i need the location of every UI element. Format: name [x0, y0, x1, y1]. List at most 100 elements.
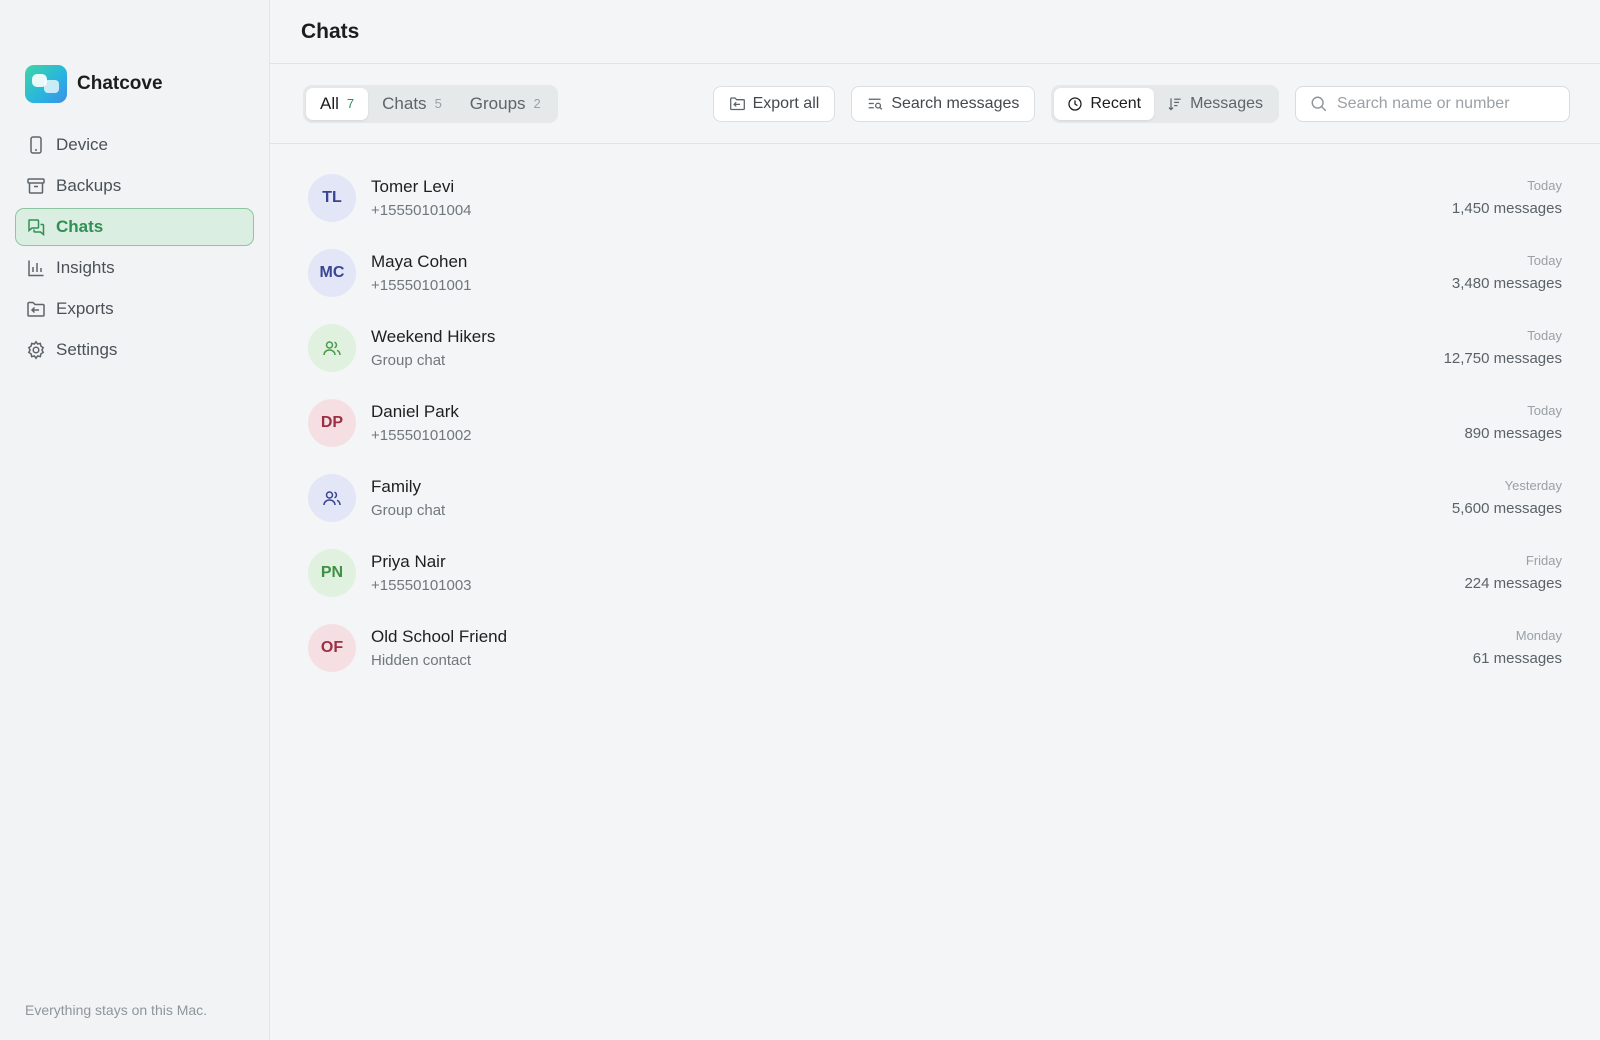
filter-tabs: All 7 Chats 5 Groups 2: [303, 84, 558, 123]
chat-row[interactable]: TL Tomer Levi +15550101004 Today 1,450 messa…: [270, 160, 1600, 235]
tab-groups[interactable]: Groups 2: [456, 88, 555, 120]
text-search-icon: [869, 98, 883, 110]
chat-info: Family Group chat: [371, 477, 1452, 519]
sort-label: Recent: [1090, 94, 1142, 112]
sidebar-item-label: Exports: [56, 299, 114, 318]
message-count: 5,600 messages: [1451, 500, 1562, 517]
chat-row[interactable]: Weekend Hikers Group chat Today 12,750 mess…: [270, 310, 1600, 385]
avatar: MC: [308, 248, 356, 297]
tab-chats[interactable]: Chats 5: [368, 88, 456, 120]
chat-subtitle: +15550101003: [371, 576, 472, 594]
tab-all[interactable]: All 7: [306, 87, 369, 120]
sidebar-item-chats[interactable]: Chats: [15, 208, 254, 246]
message-count: 61 messages: [1472, 650, 1562, 667]
chat-bubbles-icon: [26, 217, 46, 237]
chat-list: TL Tomer Levi +15550101004 Today 1,450 messa…: [270, 144, 1600, 685]
sort-messages-button[interactable]: Messages: [1154, 88, 1276, 120]
sidebar-item-label: Settings: [56, 340, 118, 359]
tab-label: All: [320, 93, 339, 113]
sidebar-item-insights[interactable]: Insights: [15, 249, 254, 287]
chat-subtitle: Group chat: [371, 351, 446, 369]
chat-meta: Friday 224 messages: [1464, 553, 1562, 592]
toolbar: All 7 Chats 5 Groups 2 Export all Search…: [270, 64, 1600, 144]
chat-name: Priya Nair: [371, 551, 446, 571]
gear-icon: [26, 340, 46, 360]
chat-name: Family: [371, 476, 422, 496]
chat-row[interactable]: DP Daniel Park +15550101002 Today 890 messag…: [270, 385, 1600, 460]
chat-meta: Monday 61 messages: [1473, 628, 1562, 667]
avatar: PN: [308, 548, 356, 597]
sidebar: Chatcove Device Backups Chats Insights E…: [0, 0, 270, 1040]
group-icon: [322, 338, 342, 358]
bar-chart-icon: [26, 258, 46, 278]
chat-info: Maya Cohen +15550101001: [371, 252, 1452, 294]
avatar-initials: OF: [320, 638, 344, 656]
chat-row[interactable]: OF Old School Friend Hidden contact Monday 6…: [270, 610, 1600, 685]
avatar: DP: [308, 398, 356, 447]
avatar-initials: PN: [320, 563, 344, 581]
search-messages-label: Search messages: [891, 94, 1020, 112]
last-activity-date: Today: [1527, 403, 1562, 418]
export-all-button[interactable]: Export all: [712, 85, 836, 122]
last-activity-date: Friday: [1525, 553, 1562, 568]
sidebar-item-backups[interactable]: Backups: [15, 167, 254, 205]
privacy-note: Everything stays on this Mac.: [25, 1002, 208, 1018]
last-activity-date: Monday: [1515, 628, 1562, 643]
sidebar-item-exports[interactable]: Exports: [15, 290, 254, 328]
sidebar-item-label: Insights: [56, 258, 115, 277]
app-name: Chatcove: [77, 73, 163, 94]
chat-subtitle: +15550101002: [371, 426, 472, 444]
chat-subtitle: +15550101001: [371, 276, 472, 294]
search-messages-button[interactable]: Search messages: [851, 85, 1036, 122]
chat-name: Tomer Levi: [371, 176, 455, 196]
tab-count: 7: [346, 96, 355, 111]
message-count: 1,450 messages: [1451, 200, 1562, 217]
search-input[interactable]: [1337, 94, 1557, 113]
last-activity-date: Today: [1527, 328, 1562, 343]
chat-name: Daniel Park: [371, 401, 459, 421]
last-activity-date: Today: [1527, 178, 1562, 193]
avatar-initials: MC: [319, 263, 345, 281]
sidebar-item-settings[interactable]: Settings: [15, 331, 254, 369]
sort-recent-button[interactable]: Recent: [1054, 87, 1155, 120]
sort-icon: [1168, 97, 1181, 110]
archive-icon: [26, 176, 46, 196]
chat-name: Maya Cohen: [371, 251, 468, 271]
sidebar-item-device[interactable]: Device: [15, 126, 254, 164]
page-title: Chats: [301, 19, 360, 43]
chat-info: Tomer Levi +15550101004: [371, 177, 1452, 219]
chat-row[interactable]: Family Group chat Yesterday 5,600 messages: [270, 460, 1600, 535]
message-count: 3,480 messages: [1451, 275, 1562, 292]
contact-search: [1295, 85, 1570, 122]
export-all-label: Export all: [752, 94, 820, 112]
sidebar-nav: Device Backups Chats Insights Exports Se…: [0, 126, 269, 369]
chat-meta: Today 12,750 messages: [1444, 328, 1562, 367]
group-icon: [322, 488, 342, 508]
main-panel: Chats All 7 Chats 5 Groups 2 Export all …: [270, 0, 1600, 1040]
brand: Chatcove: [0, 64, 269, 104]
sidebar-item-label: Device: [56, 135, 108, 154]
message-count: 12,750 messages: [1443, 350, 1562, 367]
chat-meta: Today 3,480 messages: [1452, 253, 1562, 292]
chat-info: Daniel Park +15550101002: [371, 402, 1464, 444]
phone-icon: [26, 135, 46, 155]
group-avatar: [308, 323, 356, 372]
avatar-initials: DP: [320, 413, 344, 431]
chat-meta: Yesterday 5,600 messages: [1452, 478, 1562, 517]
avatar: OF: [308, 623, 356, 672]
sidebar-item-label: Chats: [56, 217, 104, 236]
sidebar-item-label: Backups: [56, 176, 122, 195]
chat-name: Old School Friend: [371, 626, 508, 646]
chat-row[interactable]: MC Maya Cohen +15550101001 Today 3,480 messa…: [270, 235, 1600, 310]
last-activity-date: Yesterday: [1504, 478, 1562, 493]
tab-count: 5: [434, 96, 442, 111]
chat-info: Weekend Hikers Group chat: [371, 327, 1444, 369]
message-count: 890 messages: [1464, 425, 1562, 442]
tab-label: Chats: [382, 93, 427, 113]
chat-row[interactable]: PN Priya Nair +15550101003 Friday 224 messag…: [270, 535, 1600, 610]
folder-export-icon: [26, 299, 46, 319]
last-activity-date: Today: [1527, 253, 1562, 268]
avatar: TL: [308, 173, 356, 222]
clock-icon: [1068, 96, 1083, 111]
message-count: 224 messages: [1464, 575, 1562, 592]
